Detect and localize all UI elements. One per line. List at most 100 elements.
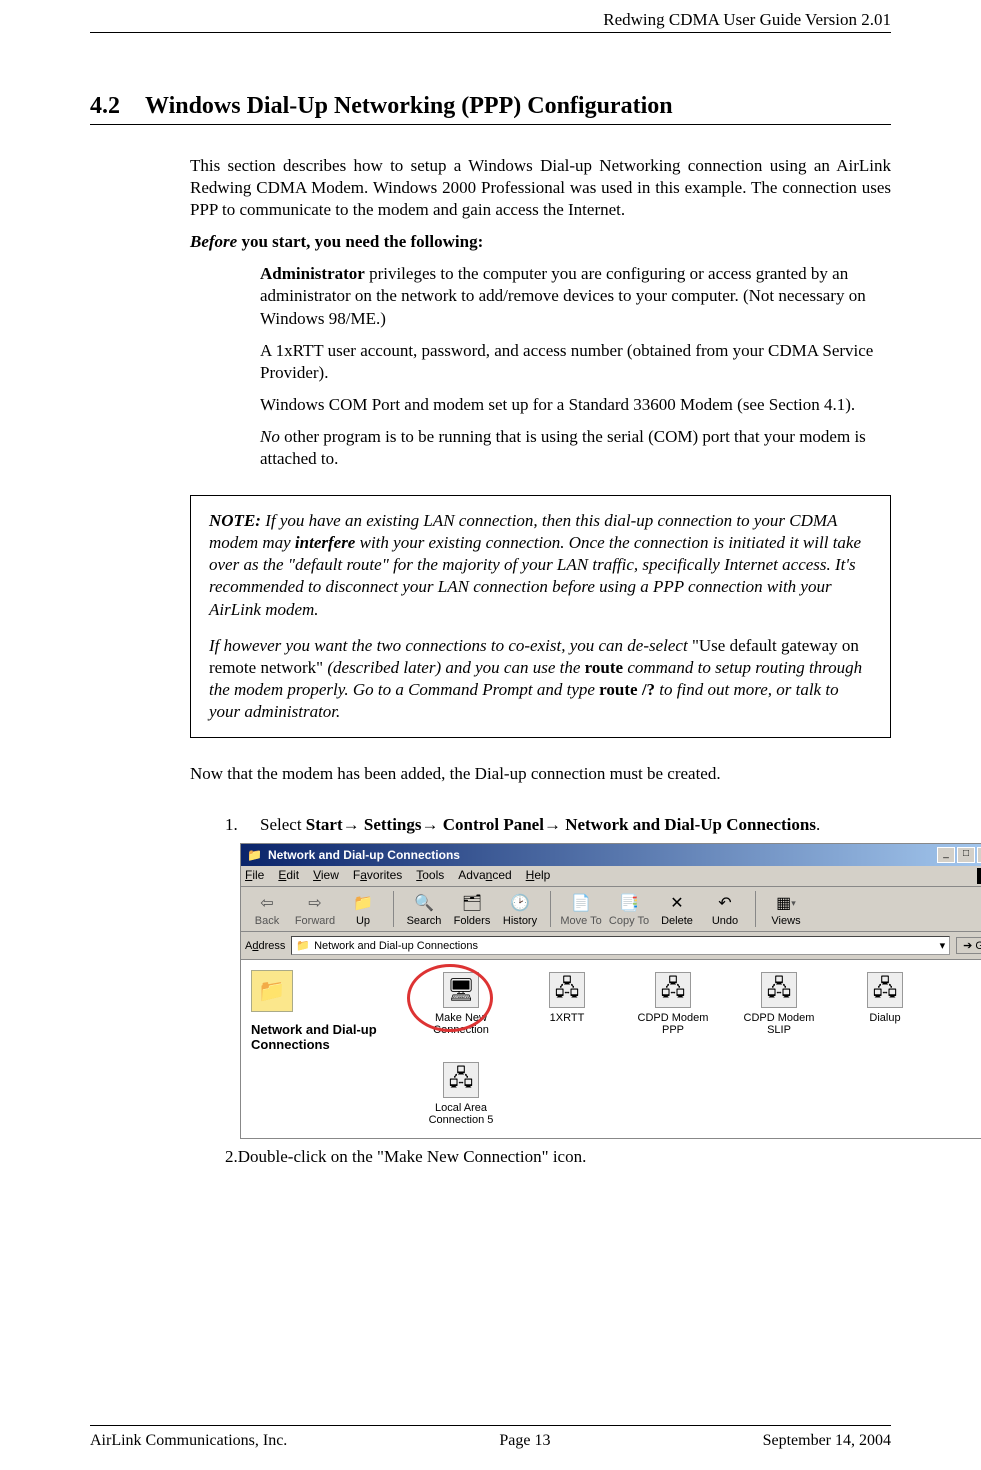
page-footer: AirLink Communications, Inc. Page 13 Sep…	[90, 1425, 891, 1450]
menu-edit[interactable]: Edit	[278, 868, 299, 884]
cdpd-ppp-icon[interactable]: 🖧 CDPD Modem PPP	[633, 972, 713, 1036]
dropdown-icon[interactable]: ▾	[940, 939, 946, 952]
side-panel-title: Network and Dial-up Connections	[251, 1022, 401, 1052]
menu-tools[interactable]: Tools	[416, 868, 444, 884]
toolbar-sep2	[550, 891, 551, 927]
address-input[interactable]: 📁 Network and Dial-up Connections ▾	[291, 936, 950, 955]
moveto-icon: 📄	[570, 893, 592, 913]
step-2: 2.Double-click on the "Make New Connecti…	[260, 1147, 891, 1167]
now-paragraph: Now that the modem has been added, the D…	[190, 763, 891, 785]
minimize-button[interactable]: _	[937, 847, 955, 863]
prereq-account: A 1xRTT user account, password, and acce…	[260, 340, 891, 384]
connection-icon: 🖧	[549, 972, 585, 1008]
undo-icon: ↶	[714, 893, 736, 913]
window-icon: 📁	[247, 848, 262, 862]
maximize-button[interactable]: □	[957, 847, 975, 863]
toolbar-sep	[393, 891, 394, 927]
note-label: NOTE:	[209, 511, 261, 530]
before-heading: Before you start, you need the following…	[190, 231, 891, 253]
no-word: No	[260, 427, 280, 446]
note-box: NOTE: If you have an existing LAN connec…	[190, 495, 891, 738]
step1-pre: Select	[260, 815, 306, 834]
note-route: route	[585, 658, 623, 677]
doc-header: Redwing CDMA User Guide Version 2.01	[90, 10, 891, 33]
menu-bar: File Edit View Favorites Tools Advanced …	[241, 866, 981, 887]
step-1: 1.Select Start→ Settings→ Control Panel→…	[260, 815, 891, 835]
folders-icon: 🗂	[461, 893, 483, 913]
back-icon: ⇦	[256, 893, 278, 913]
toolbar-sep3	[755, 891, 756, 927]
before-rest: you start, you need the following:	[237, 232, 483, 251]
connection-icon: 🖧	[655, 972, 691, 1008]
cdpd-slip-icon[interactable]: 🖧 CDPD Modem SLIP	[739, 972, 819, 1036]
window-titlebar[interactable]: 📁 Network and Dial-up Connections _ □ ×	[241, 844, 981, 866]
step1-path: Start→ Settings→ Control Panel→ Network …	[306, 815, 816, 834]
prereq-noprog: No other program is to be running that i…	[260, 426, 891, 470]
wizard-icon: 🖥	[443, 972, 479, 1008]
connection-icon: 🖧	[867, 972, 903, 1008]
copyto-icon: 📑	[618, 893, 640, 913]
copyto-button[interactable]: 📑Copy To	[607, 893, 651, 927]
search-icon: 🔍	[413, 893, 435, 913]
search-button[interactable]: 🔍Search	[402, 893, 446, 927]
footer-right: September 14, 2004	[763, 1432, 891, 1450]
back-button[interactable]: ⇦Back	[245, 893, 289, 927]
menu-help[interactable]: Help	[526, 868, 551, 884]
go-icon: ➔	[963, 939, 972, 952]
make-new-connection-icon[interactable]: 🖥 Make New Connection	[421, 972, 501, 1036]
up-icon: 📁	[352, 893, 374, 913]
windows-logo-icon: ⊞	[977, 868, 981, 884]
moveto-button[interactable]: 📄Move To	[559, 893, 603, 927]
history-button[interactable]: 🕑History	[498, 893, 542, 927]
prereq-comport: Windows COM Port and modem set up for a …	[260, 394, 891, 416]
noprog-rest: other program is to be running that is u…	[260, 427, 866, 468]
undo-button[interactable]: ↶Undo	[703, 893, 747, 927]
lan-icon[interactable]: 🖧 Local Area Connection 5	[421, 1062, 501, 1126]
footer-left: AirLink Communications, Inc.	[90, 1432, 287, 1450]
go-button[interactable]: ➔Go	[956, 937, 981, 954]
connection-icon: 🖧	[443, 1062, 479, 1098]
window-screenshot: 📁 Network and Dial-up Connections _ □ × …	[240, 843, 981, 1139]
window-title: Network and Dial-up Connections	[268, 848, 460, 862]
note-interfere: interfere	[295, 533, 355, 552]
step2-num: 2.	[225, 1147, 238, 1166]
note-route2: route /?	[599, 680, 655, 699]
step1-post: .	[816, 815, 820, 834]
section-heading: 4.2Windows Dial-Up Networking (PPP) Conf…	[90, 93, 891, 125]
history-icon: 🕑	[509, 893, 531, 913]
forward-icon: ⇨	[304, 893, 326, 913]
views-icon: ▦▾	[775, 893, 797, 913]
close-button[interactable]: ×	[977, 847, 981, 863]
views-button[interactable]: ▦▾Views	[764, 893, 808, 927]
note-p2a: If however you want the two connections …	[209, 636, 692, 655]
before-word: Before	[190, 232, 237, 251]
note-p2b: (described later) and you can use the	[323, 658, 585, 677]
step1-num: 1.	[225, 815, 260, 835]
1xrtt-icon[interactable]: 🖧 1XRTT	[527, 972, 607, 1024]
menu-view[interactable]: View	[313, 868, 339, 884]
dialup-icon[interactable]: 🖧 Dialup	[845, 972, 925, 1024]
footer-center: Page 13	[499, 1432, 550, 1450]
admin-word: Administrator	[260, 264, 365, 283]
delete-button[interactable]: ✕Delete	[655, 893, 699, 927]
forward-button[interactable]: ⇨Forward	[293, 893, 337, 927]
address-value: Network and Dial-up Connections	[314, 940, 478, 952]
icons-area: 🖥 Make New Connection 🖧 1XRTT 🖧 CDPD Mod…	[411, 960, 981, 1138]
folder-large-icon: 📁	[251, 970, 293, 1012]
up-button[interactable]: 📁Up	[341, 893, 385, 927]
prereq-admin: Administrator privileges to the computer…	[260, 263, 891, 329]
section-number: 4.2	[90, 93, 145, 120]
step2-text: Double-click on the "Make New Connection…	[238, 1147, 587, 1166]
menu-favorites[interactable]: Favorites	[353, 868, 402, 884]
menu-file[interactable]: File	[245, 868, 264, 884]
connection-icon: 🖧	[761, 972, 797, 1008]
menu-advanced[interactable]: Advanced	[458, 868, 511, 884]
toolbar: ⇦Back ⇨Forward 📁Up 🔍Search 🗂Folders 🕑His…	[241, 887, 981, 932]
side-panel: 📁 Network and Dial-up Connections	[241, 960, 411, 1138]
address-bar: Address 📁 Network and Dial-up Connection…	[241, 932, 981, 960]
folders-button[interactable]: 🗂Folders	[450, 893, 494, 927]
doc-title: Redwing CDMA User Guide Version 2.01	[603, 10, 891, 29]
section-title: Windows Dial-Up Networking (PPP) Configu…	[145, 93, 673, 119]
folder-icon: 📁	[296, 939, 310, 952]
delete-icon: ✕	[666, 893, 688, 913]
